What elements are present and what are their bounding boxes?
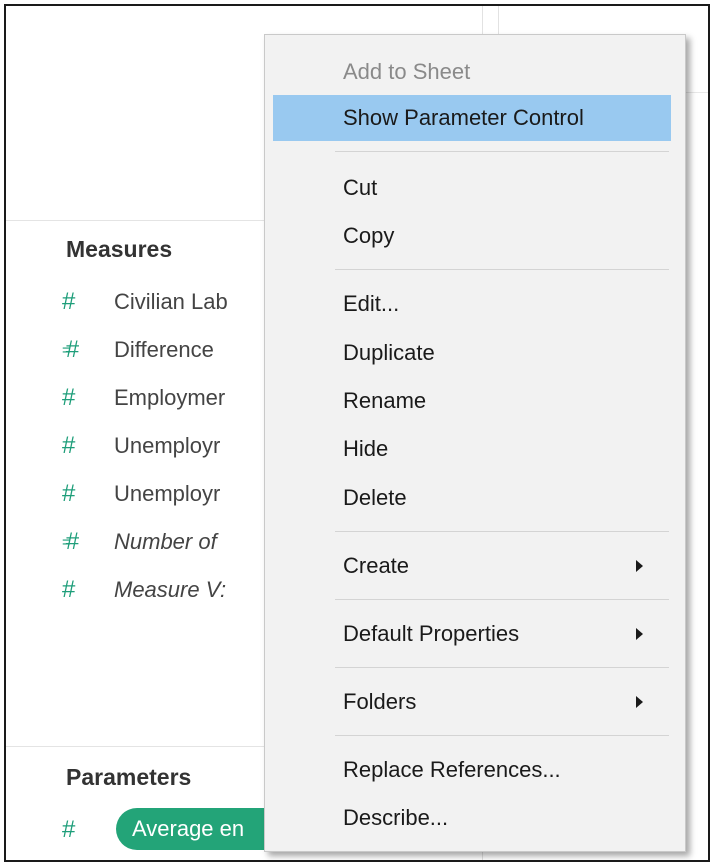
- measure-hash-icon: #: [62, 576, 76, 603]
- context-menu: Add to Sheet Show Parameter Control Cut …: [264, 34, 686, 852]
- measure-field-number-of[interactable]: = # Number of: [62, 524, 217, 560]
- menu-separator: [335, 667, 669, 668]
- menu-item-rename[interactable]: Rename: [273, 378, 671, 424]
- parameter-pill-label: Average en: [132, 816, 245, 841]
- menu-separator: [335, 531, 669, 532]
- measure-field-label: Measure V:: [114, 577, 227, 602]
- menu-item-cut[interactable]: Cut: [273, 165, 671, 211]
- measure-hash-icon: #: [62, 432, 76, 459]
- submenu-arrow-icon: [636, 560, 643, 572]
- measure-field-label: Employmer: [114, 385, 226, 410]
- calculated-measure-icon: = #: [62, 336, 80, 363]
- menu-separator: [335, 735, 669, 736]
- measure-field-employment[interactable]: # Employmer: [62, 380, 225, 416]
- menu-separator: [335, 599, 669, 600]
- measure-field-measure-values[interactable]: # Measure V:: [62, 572, 226, 608]
- measure-hash-icon: #: [62, 480, 76, 507]
- menu-item-duplicate[interactable]: Duplicate: [273, 330, 671, 376]
- app-frame: Measures # Civilian Lab = # Difference # …: [4, 4, 710, 862]
- measures-heading: Measures: [66, 236, 173, 262]
- menu-item-create[interactable]: Create: [273, 543, 671, 589]
- measure-field-label: Unemployr: [114, 433, 221, 458]
- menu-item-default-properties[interactable]: Default Properties: [273, 611, 671, 657]
- menu-item-delete[interactable]: Delete: [273, 475, 671, 521]
- parameter-hash-icon: #: [62, 816, 76, 843]
- menu-separator: [335, 151, 669, 152]
- menu-item-describe[interactable]: Describe...: [273, 795, 671, 841]
- measure-field-unemployment-1[interactable]: # Unemployr: [62, 428, 220, 464]
- submenu-arrow-icon: [636, 628, 643, 640]
- menu-item-hide[interactable]: Hide: [273, 426, 671, 472]
- measure-hash-icon: #: [62, 288, 76, 315]
- menu-item-replace-references[interactable]: Replace References...: [273, 747, 671, 793]
- menu-item-folders[interactable]: Folders: [273, 679, 671, 725]
- measure-field-difference[interactable]: = # Difference: [62, 332, 214, 368]
- measure-field-label: Civilian Lab: [114, 289, 228, 314]
- measure-field-civilian-labor[interactable]: # Civilian Lab: [62, 284, 228, 320]
- measure-field-label: Number of: [114, 529, 217, 554]
- measure-field-label: Difference: [114, 337, 214, 362]
- measure-hash-icon: #: [62, 384, 76, 411]
- parameters-heading: Parameters: [66, 764, 192, 790]
- menu-item-copy[interactable]: Copy: [273, 213, 671, 259]
- measure-field-label: Unemployr: [114, 481, 221, 506]
- measure-field-unemployment-2[interactable]: # Unemployr: [62, 476, 220, 512]
- menu-item-edit[interactable]: Edit...: [273, 281, 671, 327]
- parameter-hash: #: [62, 812, 114, 848]
- menu-item-show-parameter-control[interactable]: Show Parameter Control: [273, 95, 671, 141]
- calculated-measure-icon: = #: [62, 528, 80, 555]
- menu-item-add-to-sheet: Add to Sheet: [343, 59, 471, 84]
- menu-separator: [335, 269, 669, 270]
- submenu-arrow-icon: [636, 696, 643, 708]
